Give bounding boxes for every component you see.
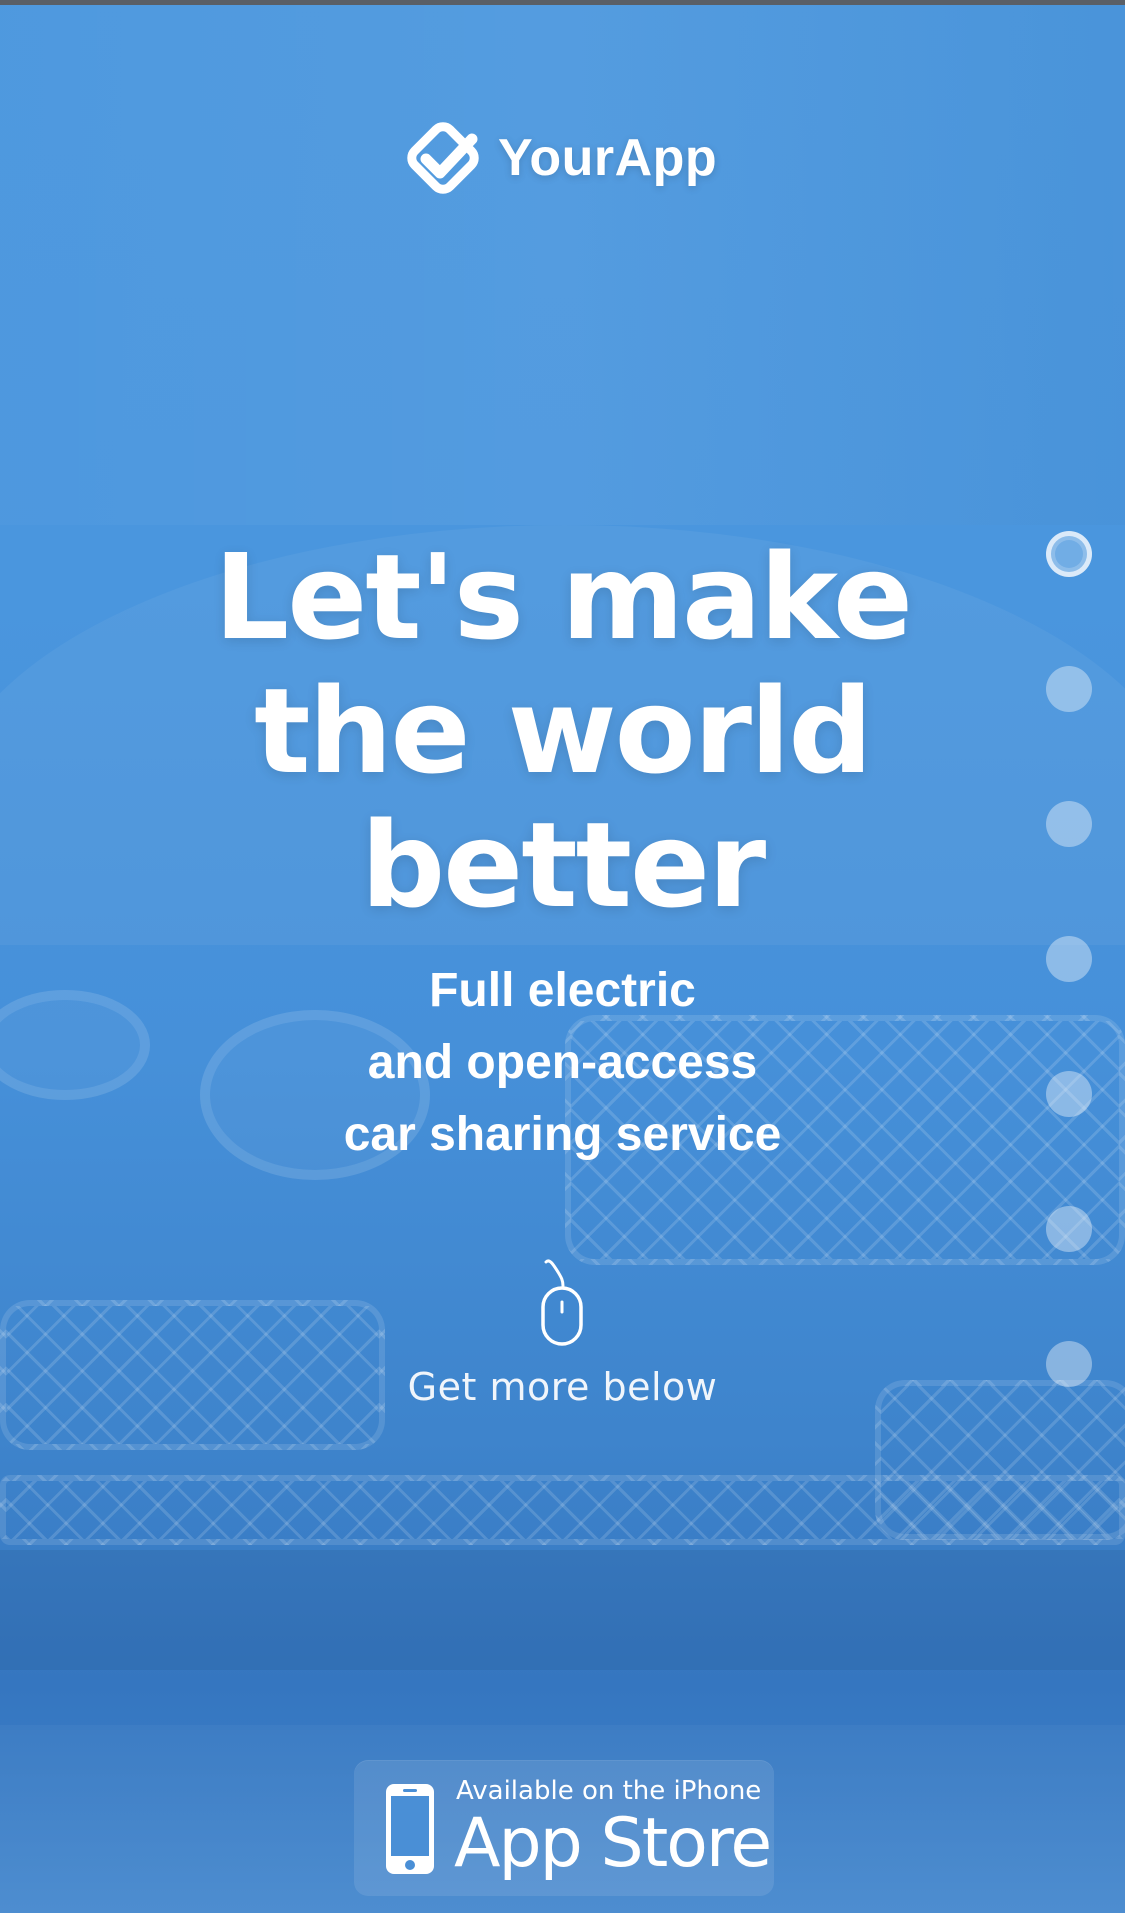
pagination-dot-3[interactable] [1046, 801, 1092, 847]
pagination-dot-6[interactable] [1046, 1206, 1092, 1252]
mouse-icon[interactable] [536, 1258, 588, 1348]
iphone-icon [386, 1784, 434, 1874]
brand-logo[interactable]: YourApp [400, 113, 717, 203]
headline-line: the world [254, 662, 873, 800]
pagination-dot-4[interactable] [1046, 936, 1092, 982]
hero-subheadline: Full electric and open-access car sharin… [200, 955, 925, 1171]
background-wall [0, 5, 1125, 525]
scroll-hint[interactable]: Get more below [300, 1365, 825, 1409]
app-store-small-text: Available on the iPhone [456, 1776, 762, 1806]
app-store-badge[interactable]: Available on the iPhone App Store [354, 1760, 774, 1896]
background-grille [0, 1475, 1125, 1545]
subhead-line: and open-access [367, 1036, 758, 1089]
subhead-line: Full electric [429, 964, 696, 1017]
pagination-dot-5[interactable] [1046, 1071, 1092, 1117]
pagination-dot-2[interactable] [1046, 666, 1092, 712]
headline-line: Let's make [214, 528, 913, 666]
subhead-line: car sharing service [343, 1108, 782, 1161]
pagination-dot-1[interactable] [1046, 531, 1092, 577]
background-headlight [0, 990, 150, 1100]
hero-headline: Let's make the world better [150, 530, 975, 932]
section-pagination [1046, 531, 1092, 1476]
check-badge-icon [407, 122, 479, 194]
pagination-dot-7[interactable] [1046, 1341, 1092, 1387]
app-store-big-text: App Store [454, 1804, 772, 1883]
brand-name: YourApp [498, 129, 718, 187]
background-bumper [0, 1550, 1125, 1670]
headline-line: better [360, 796, 767, 934]
